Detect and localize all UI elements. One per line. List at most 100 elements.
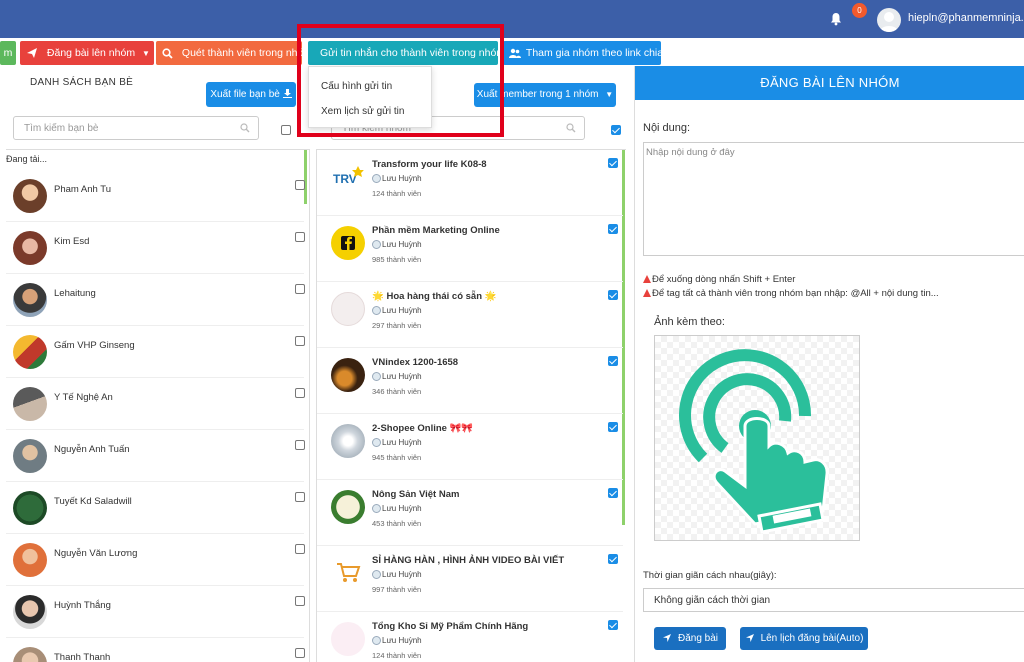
group-row[interactable]: VNindex 1200-1658 Lưu Huỳnh 346 thành vi… <box>317 348 623 414</box>
location-arrow-icon <box>745 634 754 643</box>
group-checkbox[interactable] <box>608 554 618 564</box>
owner-avatar <box>372 306 381 316</box>
loading-text: Đang tải... <box>6 154 48 164</box>
user-avatar[interactable] <box>877 8 901 32</box>
owner-avatar <box>372 372 381 382</box>
owner-avatar <box>372 174 381 184</box>
bell-icon[interactable] <box>829 12 843 26</box>
friend-name: Y Tế Nghệ An <box>54 392 113 403</box>
group-row[interactable]: SỈ HÀNG HÀN , HÌNH ẢNH VIDEO BÀI VIẾT Lư… <box>317 546 623 612</box>
group-checkbox[interactable] <box>608 356 618 366</box>
friend-checkbox[interactable] <box>295 388 305 398</box>
friend-name: Thanh Thanh <box>54 652 111 662</box>
tab-scan-members[interactable]: Quét thành viên trong nhóm <box>156 41 302 65</box>
friend-checkbox[interactable] <box>295 336 305 346</box>
friends-search-input[interactable]: Tìm kiếm bạn bè <box>13 116 259 140</box>
user-email[interactable]: hiepln@phanmemninja.com <box>908 12 1024 24</box>
select-all-friends-checkbox[interactable] <box>281 125 291 135</box>
friend-row[interactable]: Nguyễn Anh Tuấn <box>6 430 305 482</box>
attach-image-dropzone[interactable] <box>654 335 860 541</box>
group-row[interactable]: Nông Sản Việt Nam Lưu Huỳnh 453 thành vi… <box>317 480 623 546</box>
friend-checkbox[interactable] <box>295 440 305 450</box>
owner-avatar <box>372 504 381 514</box>
users-icon <box>509 48 521 58</box>
avatar <box>13 179 47 213</box>
group-row[interactable]: 🌟 Hoa hàng thái có sẵn 🌟 Lưu Huỳnh 297 t… <box>317 282 623 348</box>
content-label: Nội dung: <box>643 122 691 134</box>
group-logo <box>331 424 365 458</box>
group-logo: TRV <box>331 160 365 194</box>
group-owner: Lưu Huỳnh <box>372 504 422 514</box>
friend-checkbox[interactable] <box>295 648 305 658</box>
post-button[interactable]: Đăng bài <box>654 627 726 650</box>
friend-checkbox[interactable] <box>295 492 305 502</box>
friend-name: Nguyễn Anh Tuấn <box>54 444 130 455</box>
facebook-icon <box>341 236 355 250</box>
chevron-down-icon: ▼ <box>142 49 150 58</box>
group-name: Tổng Kho Sỉ Mỹ Phẩm Chính Hãng <box>372 621 529 632</box>
friend-row[interactable]: Kim Esd <box>6 222 305 274</box>
group-logo <box>331 292 365 326</box>
group-checkbox[interactable] <box>608 620 618 630</box>
friend-row[interactable]: Gấm VHP Ginseng <box>6 326 305 378</box>
schedule-post-button[interactable]: Lên lịch đăng bài(Auto) <box>740 627 868 650</box>
friend-name: Nguyễn Văn Lương <box>54 548 138 559</box>
annotation-highlight-box <box>297 24 504 137</box>
group-checkbox[interactable] <box>608 224 618 234</box>
group-row[interactable]: Tổng Kho Sỉ Mỹ Phẩm Chính Hãng Lưu Huỳnh… <box>317 612 623 662</box>
export-friends-button[interactable]: Xuất file bạn bè <box>206 82 296 107</box>
attach-label: Ảnh kèm theo: <box>654 316 725 328</box>
group-logo <box>331 490 365 524</box>
group-checkbox[interactable] <box>608 290 618 300</box>
owner-avatar <box>372 240 381 250</box>
friend-row[interactable]: Y Tế Nghệ An <box>6 378 305 430</box>
friend-checkbox[interactable] <box>295 284 305 294</box>
friend-row[interactable]: Huỳnh Thắng <box>6 586 305 638</box>
group-logo <box>331 622 365 656</box>
scrollbar[interactable] <box>304 150 307 204</box>
group-name: Nông Sản Việt Nam <box>372 489 460 500</box>
tab-join-by-link[interactable]: Tham gia nhóm theo link chia sẻ <box>503 41 661 65</box>
tab-post-to-group[interactable]: Đăng bài lên nhóm ▼ <box>20 41 154 65</box>
group-row[interactable]: 2-Shopee Online 🎀🎀 Lưu Huỳnh 945 thành v… <box>317 414 623 480</box>
friend-name: Pham Anh Tu <box>54 184 112 195</box>
group-name: Phần mềm Marketing Online <box>372 225 500 236</box>
friend-checkbox[interactable] <box>295 544 305 554</box>
interval-select[interactable]: Không giãn cách thời gian <box>643 588 1024 612</box>
friend-checkbox[interactable] <box>295 232 305 242</box>
group-owner: Lưu Huỳnh <box>372 570 422 580</box>
group-row[interactable]: TRV Transform your life K08-8 Lưu Huỳnh … <box>317 150 623 216</box>
trv-logo-icon: TRV <box>333 166 364 186</box>
avatar <box>13 543 47 577</box>
friends-list: Đang tải... Pham Anh Tu Kim Esd Lehaitun… <box>6 149 310 662</box>
friend-row[interactable]: Lehaitung <box>6 274 305 326</box>
group-logo <box>331 556 365 590</box>
group-checkbox[interactable] <box>608 422 618 432</box>
friend-checkbox[interactable] <box>295 180 305 190</box>
friend-row[interactable]: Nguyễn Văn Lương <box>6 534 305 586</box>
svg-text:TRV: TRV <box>333 172 357 186</box>
group-row[interactable]: Phần mềm Marketing Online Lưu Huỳnh 985 … <box>317 216 623 282</box>
group-name: 🌟 Hoa hàng thái có sẵn 🌟 <box>372 291 497 302</box>
friend-checkbox[interactable] <box>295 596 305 606</box>
search-icon <box>566 123 576 133</box>
group-members: 985 thành viên <box>372 255 422 264</box>
select-all-groups-checkbox[interactable] <box>611 125 621 135</box>
content-textarea[interactable]: Nhập nội dung ở đây <box>643 142 1024 256</box>
group-owner: Lưu Huỳnh <box>372 240 422 250</box>
owner-avatar <box>372 438 381 448</box>
avatar <box>13 283 47 317</box>
friend-name: Kim Esd <box>54 236 90 247</box>
paper-plane-icon <box>27 48 37 59</box>
cart-icon <box>335 563 361 587</box>
tab-partial[interactable]: m <box>0 41 16 65</box>
friend-row[interactable]: Thanh Thanh <box>6 638 305 662</box>
avatar <box>13 491 47 525</box>
group-members: 346 thành viên <box>372 387 422 396</box>
friend-row[interactable]: Tuyết Kd Saladwill <box>6 482 305 534</box>
group-checkbox[interactable] <box>608 158 618 168</box>
friend-row[interactable]: Pham Anh Tu <box>6 170 305 222</box>
friend-name: Gấm VHP Ginseng <box>54 340 135 351</box>
group-checkbox[interactable] <box>608 488 618 498</box>
groups-list: TRV Transform your life K08-8 Lưu Huỳnh … <box>316 149 626 662</box>
